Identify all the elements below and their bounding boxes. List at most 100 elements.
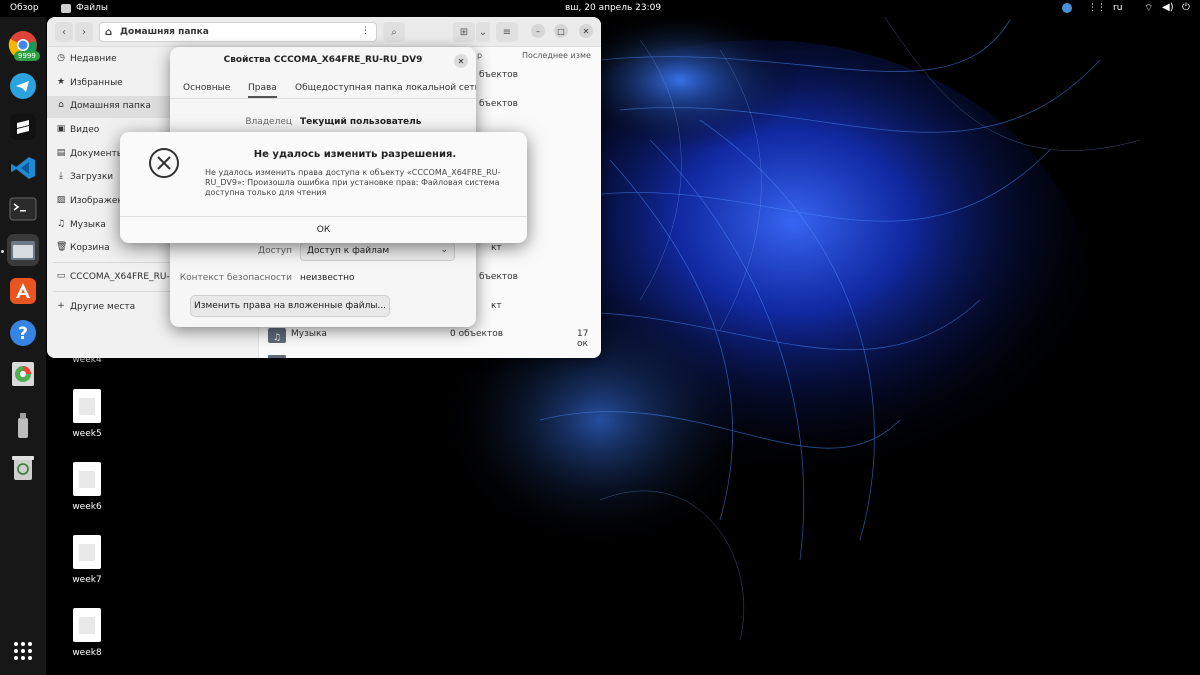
row-size: кт <box>491 301 502 311</box>
document-icon: ▤ <box>56 148 66 158</box>
home-icon: ⌂ <box>105 27 113 38</box>
dock: ? <box>0 17 46 675</box>
power-icon[interactable]: ⏻ <box>1182 2 1190 13</box>
file-name: week8 <box>72 648 102 658</box>
access-label: Доступ <box>258 246 292 256</box>
row-size: бъектов <box>479 99 518 109</box>
tray-app-icon[interactable] <box>1062 3 1072 13</box>
show-apps-icon[interactable] <box>7 635 39 667</box>
access-dropdown[interactable]: Доступ к файлам ⌄ <box>300 242 455 261</box>
back-button[interactable]: ‹ <box>55 22 73 42</box>
vscode-icon[interactable] <box>7 152 39 184</box>
minimize-icon: – <box>536 26 540 36</box>
hamburger-icon: ≡ <box>502 26 512 38</box>
usb-drive-icon[interactable] <box>7 410 39 442</box>
row-size: 0 объектов <box>450 329 504 339</box>
row-name: Музыка <box>291 329 327 339</box>
grid-icon: ⊞ <box>459 26 469 38</box>
access-value: Доступ к файлам <box>307 246 390 256</box>
help-icon[interactable]: ? <box>7 317 39 349</box>
error-dialog: Не удалось изменить разрешения. Не удало… <box>120 132 527 243</box>
document-icon <box>73 535 101 569</box>
folder-icon <box>268 355 286 358</box>
view-grid-button[interactable]: ⊞ <box>453 22 475 42</box>
tab-basic[interactable]: Основные <box>183 83 230 93</box>
ok-button[interactable]: ОК <box>120 217 527 243</box>
document-icon <box>73 389 101 423</box>
sidebar-item-label: Загрузки <box>70 172 114 182</box>
telegram-icon[interactable] <box>7 70 39 102</box>
language-indicator[interactable]: ru <box>1113 3 1122 13</box>
top-bar: Обзор Файлы вш, 20 апрель 23:09 ru ⋮⋮ ⌔ … <box>0 0 1200 17</box>
close-icon: ✕ <box>582 26 590 36</box>
menu-button[interactable]: ≡ <box>496 22 518 42</box>
svg-text:♫: ♫ <box>273 333 281 343</box>
column-modified[interactable]: Последнее изме <box>522 51 591 60</box>
sidebar-item-label: Недавние <box>70 54 117 64</box>
folder-music-icon: ♫ <box>268 328 286 343</box>
wifi-icon[interactable]: ⌔ <box>1144 2 1153 15</box>
tab-bar: Основные Права Общедоступная папка локал… <box>170 77 476 99</box>
change-enclosed-permissions-button[interactable]: Изменить права на вложенные файлы... <box>190 295 390 317</box>
owner-value: Текущий пользователь <box>300 117 422 127</box>
desktop-file[interactable]: week5 <box>57 389 117 439</box>
plus-icon: + <box>57 301 65 311</box>
more-icon[interactable]: ⋮ <box>361 26 370 36</box>
home-icon: ⌂ <box>58 100 64 110</box>
terminal-icon[interactable] <box>7 193 39 225</box>
maximize-icon: □ <box>557 26 565 36</box>
notification-badge: 9999 <box>14 51 40 61</box>
sidebar-item-label: Домашняя папка <box>70 101 151 111</box>
tab-permissions[interactable]: Права <box>248 83 277 98</box>
search-button[interactable]: ⌕ <box>383 22 405 42</box>
column-size[interactable]: р <box>477 51 482 60</box>
row-size: бъектов <box>479 272 518 282</box>
close-icon: ✕ <box>457 56 465 66</box>
file-name: week6 <box>72 502 102 512</box>
app-menu[interactable]: Файлы <box>76 3 108 13</box>
star-icon: ★ <box>56 77 66 87</box>
running-indicator <box>1 250 4 253</box>
desktop-file[interactable]: week6 <box>57 462 117 512</box>
security-context-label: Контекст безопасности <box>179 273 292 283</box>
desktop-file[interactable]: week8 <box>57 608 117 658</box>
error-message: Не удалось изменить права доступа к объе… <box>205 168 501 197</box>
forward-button[interactable]: › <box>75 22 93 42</box>
disk-usage-icon[interactable] <box>7 358 39 390</box>
sublime-icon[interactable] <box>7 111 39 143</box>
chevron-right-icon: › <box>82 26 86 38</box>
file-name: week5 <box>72 429 102 439</box>
tab-local-network-share[interactable]: Общедоступная папка локальной сети <box>295 83 476 93</box>
sidebar-item-label: Другие места <box>70 302 136 312</box>
sidebar-item-label: Музыка <box>70 220 106 230</box>
headerbar: ‹ › ⌂ Домашняя папка ⋮ ⌕ ⊞ ⌄ ≡ – □ ✕ <box>47 17 601 47</box>
files-app-icon <box>61 4 71 13</box>
dialog-close-button[interactable]: ✕ <box>454 54 468 68</box>
music-icon: ♫ <box>56 219 66 229</box>
clock-icon: ◷ <box>57 53 65 63</box>
app-center-icon[interactable] <box>7 275 39 307</box>
search-icon: ⌕ <box>391 26 397 38</box>
chevron-down-icon: ⌄ <box>478 26 488 38</box>
maximize-button[interactable]: □ <box>554 24 568 38</box>
document-icon <box>73 608 101 642</box>
row-modified: 17 ок <box>577 329 589 349</box>
minimize-button[interactable]: – <box>531 24 545 38</box>
files-icon[interactable] <box>7 234 39 266</box>
close-button[interactable]: ✕ <box>579 24 593 38</box>
activities-button[interactable]: Обзор <box>10 3 39 13</box>
clock[interactable]: вш, 20 апрель 23:09 <box>565 3 661 13</box>
download-icon: ⤓ <box>59 171 63 181</box>
view-options-button[interactable]: ⌄ <box>476 22 490 42</box>
chevron-down-icon: ⌄ <box>440 245 448 255</box>
video-icon: ▣ <box>56 124 66 134</box>
image-icon: ▨ <box>56 195 66 205</box>
row-size: бъектов <box>479 70 518 80</box>
volume-icon[interactable]: ◀) <box>1162 2 1174 13</box>
security-context-value: неизвестно <box>300 273 355 283</box>
trash-icon[interactable] <box>7 452 39 484</box>
chevron-left-icon: ‹ <box>62 26 66 38</box>
desktop-file[interactable]: week7 <box>57 535 117 585</box>
path-bar[interactable]: ⌂ Домашняя папка ⋮ <box>99 22 377 42</box>
tray-menu-icon[interactable]: ⋮⋮ <box>1088 3 1106 13</box>
